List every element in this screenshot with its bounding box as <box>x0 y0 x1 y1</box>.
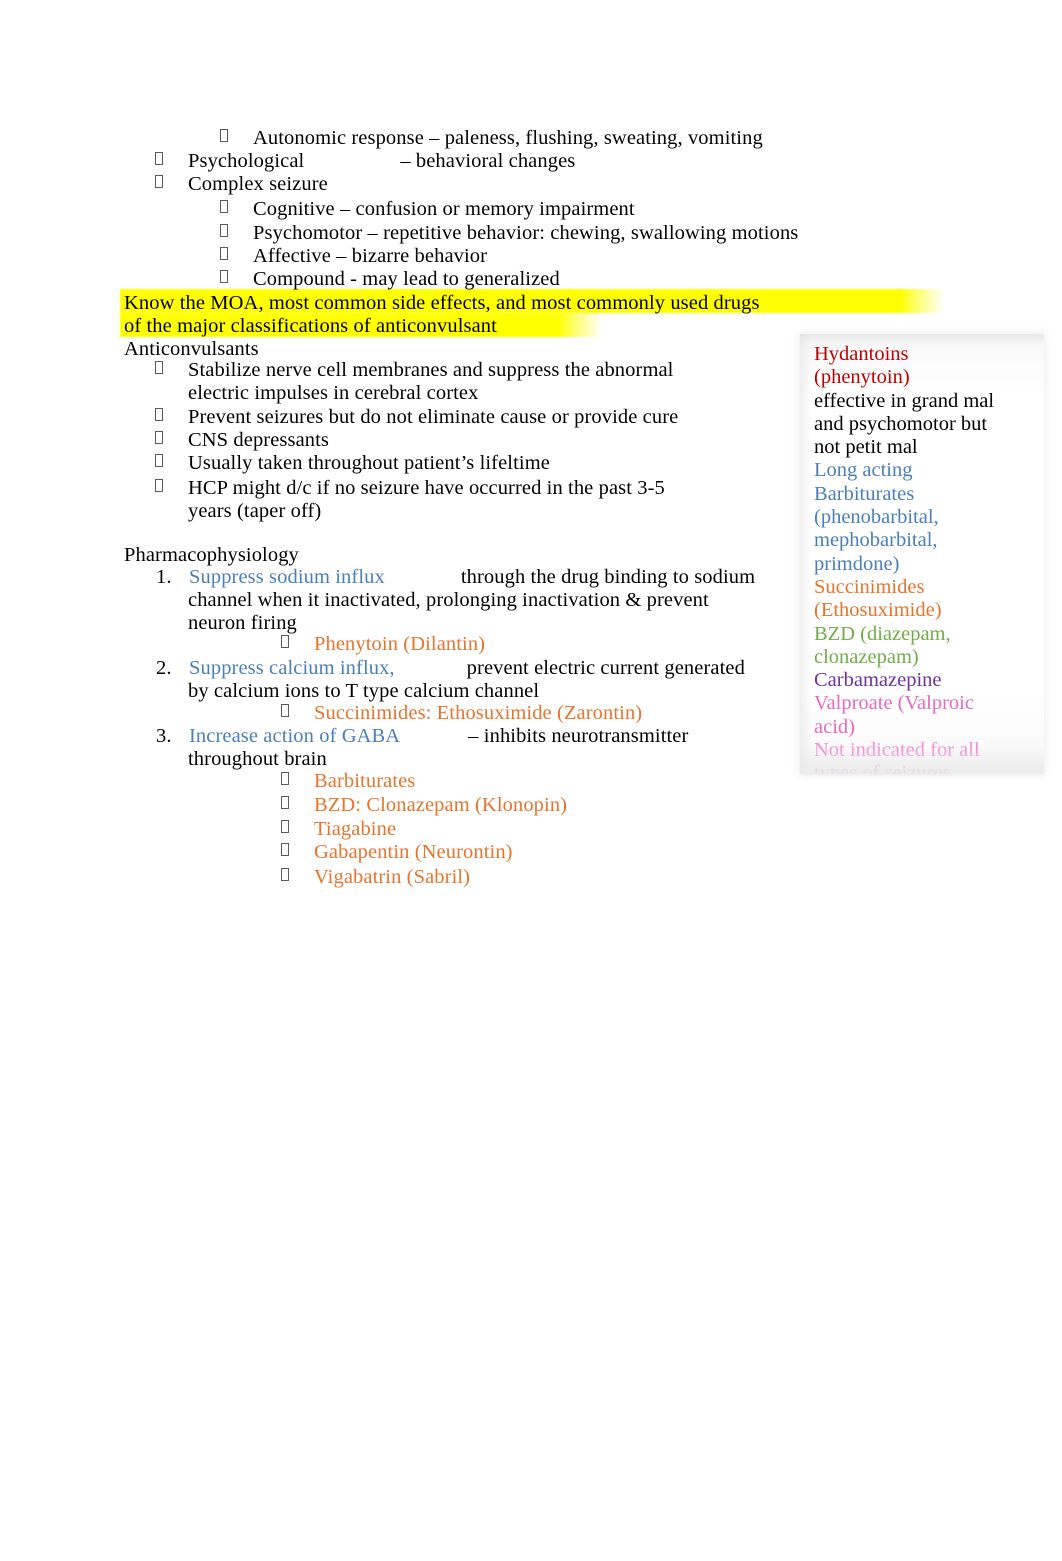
document-page: Autonomic response – paleness, flushing,… <box>0 0 1062 1561</box>
drug-item: BZD: Clonazepam (Klonopin) <box>281 792 567 817</box>
mechanism-term: Suppress calcium influx, <box>189 657 395 679</box>
bullet-box-icon <box>281 768 314 792</box>
list-item-label-psychological: Psychological <box>188 150 305 172</box>
panel-line: mephobarbital, <box>814 529 938 552</box>
list-item: Complex seizure <box>155 171 328 196</box>
drug-label: Barbiturates <box>314 770 416 792</box>
list-item: Psychomotor – repetitive behavior: chewi… <box>220 220 798 245</box>
panel-line: BZD (diazepam, <box>814 622 951 645</box>
panel-line: (phenytoin) <box>814 366 910 389</box>
list-item-label: Compound - may lead to generalized <box>253 268 560 290</box>
panel-line: (phenobarbital, <box>814 506 939 529</box>
panel-line: primdone) <box>814 552 900 575</box>
list-item: HCP might d/c if no seizure have occurre… <box>155 475 665 500</box>
list-item-label: Prevent seizures but do not eliminate ca… <box>188 406 679 428</box>
list-item: Psychological – behavioral changes <box>155 148 575 173</box>
list-item: Prevent seizures but do not eliminate ca… <box>155 404 678 429</box>
list-item-label: Usually taken throughout patient’s lifel… <box>188 452 550 474</box>
list-item: Stabilize nerve cell membranes and suppr… <box>155 357 673 382</box>
bullet-box-icon <box>281 700 314 724</box>
panel-line: Hydantoins <box>814 343 909 365</box>
panel-bottom-shadow <box>800 748 1044 774</box>
list-item: Affective – bizarre behavior <box>220 243 487 268</box>
drug-classes-list: Hydantoins (phenytoin) effective in gran… <box>814 343 1028 774</box>
bullet-box-icon <box>220 266 253 290</box>
panel-left-shadow <box>800 334 812 774</box>
bullet-box-icon <box>155 475 188 499</box>
list-item-label: Autonomic response – paleness, flushing,… <box>253 127 763 149</box>
panel-line: Long acting <box>814 459 913 482</box>
highlighted-note-line-1: Know the MOA, most common side effects, … <box>124 292 760 314</box>
drug-item: Succinimides: Ethosuximide (Zarontin) <box>281 700 642 725</box>
list-number: 1. <box>156 566 172 588</box>
list-item-label: Psychomotor – repetitive behavior: chewi… <box>253 222 799 244</box>
list-item-label: Cognitive – confusion or memory impairme… <box>253 198 635 220</box>
list-item-label: Complex seizure <box>188 173 328 195</box>
panel-line: acid) <box>814 715 855 738</box>
numbered-item-2: 2. Suppress calcium influx, prevent electr… <box>156 656 745 680</box>
panel-line: clonazepam) <box>814 645 919 668</box>
mechanism-term: Increase action of GABA <box>189 725 401 747</box>
mechanism-desc: through the drug binding to sodium <box>460 566 756 588</box>
panel-line: (Ethosuximide) <box>814 599 942 622</box>
bullet-box-icon <box>281 631 314 655</box>
bullet-box-icon <box>281 864 314 888</box>
panel-line: effective in grand mal <box>814 389 995 412</box>
bullet-box-icon <box>220 196 253 220</box>
drug-label: Phenytoin (Dilantin) <box>314 633 486 655</box>
mechanism-desc: – inhibits neurotransmitter <box>468 725 689 747</box>
bullet-box-icon <box>155 357 188 381</box>
drug-label: Tiagabine <box>314 818 397 840</box>
list-number: 3. <box>156 725 172 747</box>
panel-line: and psychomotor but <box>814 412 988 435</box>
panel-line: Succinimides <box>814 575 925 598</box>
list-item-label: HCP might d/c if no seizure have occurre… <box>188 477 665 499</box>
list-item-label: Stabilize nerve cell membranes and suppr… <box>188 359 674 381</box>
panel-line: Valproate (Valproic <box>814 692 974 715</box>
list-item: CNS depressants <box>155 427 329 452</box>
bullet-box-icon <box>281 792 314 816</box>
drug-label: Vigabatrin (Sabril) <box>314 866 471 888</box>
drug-item: Phenytoin (Dilantin) <box>281 631 485 656</box>
bullet-box-icon <box>155 450 188 474</box>
bullet-box-icon <box>220 220 253 244</box>
list-item: Compound - may lead to generalized <box>220 266 560 291</box>
bullet-box-icon <box>155 427 188 451</box>
drug-classes-callout-panel: Hydantoins (phenytoin) effective in gran… <box>800 334 1044 774</box>
drug-item: Gabapentin (Neurontin) <box>281 839 513 864</box>
highlighted-note-line-2: of the major classifications of anticonv… <box>124 315 497 337</box>
bullet-box-icon <box>220 125 253 149</box>
list-item-label: CNS depressants <box>188 429 330 451</box>
list-item-desc-psychological: – behavioral changes <box>400 150 576 172</box>
bullet-box-icon <box>220 243 253 267</box>
list-item-continuation: electric impulses in cerebral cortex <box>188 382 479 404</box>
list-item: Autonomic response – paleness, flushing,… <box>220 125 763 150</box>
drug-item: Barbiturates <box>281 768 415 793</box>
list-item: Cognitive – confusion or memory impairme… <box>220 196 635 221</box>
mechanism-desc: prevent electric current generated <box>466 657 745 679</box>
mechanism-desc-line2: channel when it inactivated, prolonging … <box>188 589 709 611</box>
panel-line: not petit mal <box>814 436 918 459</box>
bullet-box-icon <box>281 839 314 863</box>
drug-label: BZD: Clonazepam (Klonopin) <box>314 794 568 816</box>
bullet-box-icon <box>155 148 188 172</box>
panel-line: Barbiturates <box>814 482 915 505</box>
list-item-label: Affective – bizarre behavior <box>253 245 488 267</box>
drug-label: Succinimides: Ethosuximide (Zarontin) <box>314 702 643 724</box>
list-item-continuation: years (taper off) <box>188 500 322 522</box>
mechanism-term: Suppress sodium influx <box>189 566 385 588</box>
drug-label: Gabapentin (Neurontin) <box>314 841 513 863</box>
numbered-item-3: 3. Increase action of GABA – inhibits neur… <box>156 724 688 748</box>
bullet-box-icon <box>155 404 188 428</box>
numbered-item-1: 1. Suppress sodium influx through the drug… <box>156 565 755 589</box>
list-number: 2. <box>156 657 172 679</box>
drug-item: Vigabatrin (Sabril) <box>281 864 470 889</box>
panel-line: Carbamazepine <box>814 669 942 692</box>
drug-item: Tiagabine <box>281 816 396 841</box>
list-item: Usually taken throughout patient’s lifel… <box>155 450 550 475</box>
bullet-box-icon <box>281 816 314 840</box>
section-heading-pharmacophysiology: Pharmacophysiology <box>124 544 299 566</box>
bullet-box-icon <box>155 171 188 195</box>
